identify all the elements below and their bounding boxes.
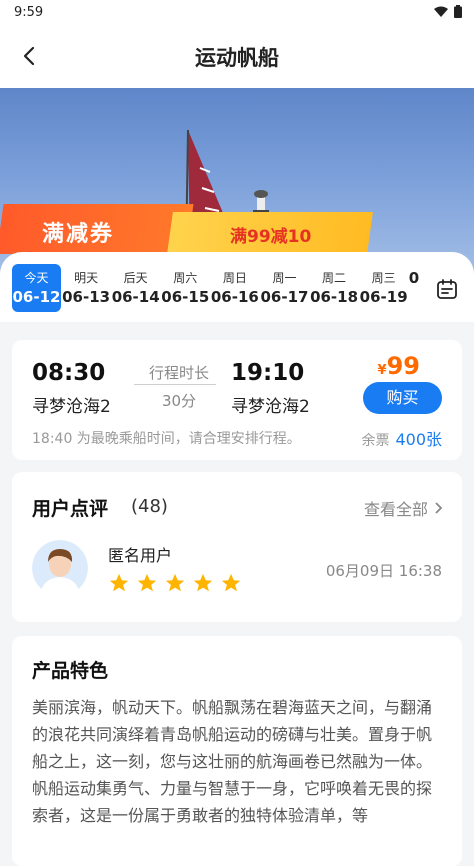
date-item[interactable]: 周二 06-18 <box>310 264 359 312</box>
date-item[interactable]: 明天 06-13 <box>62 264 111 312</box>
date-weekday: 明天 <box>74 271 99 285</box>
date-weekday: 周三 <box>371 271 396 285</box>
star-icon <box>165 573 185 592</box>
review-username: 匿名用户 <box>108 546 173 565</box>
review-date: 06月09日 16:38 <box>325 562 442 580</box>
price: ¥99 <box>378 352 420 380</box>
date-item[interactable]: 周六 06-15 <box>161 264 210 312</box>
price-value: 99 <box>386 352 420 380</box>
date-weekday: 周日 <box>222 271 247 285</box>
date-value: 06-19 <box>359 288 408 306</box>
arrive-port: 寻梦沧海2 <box>231 397 310 417</box>
review-rating <box>108 572 242 594</box>
duration-arrow <box>134 384 216 385</box>
date-weekday: 周六 <box>173 271 198 285</box>
price-currency: ¥ <box>377 363 387 378</box>
date-weekday: 今天 <box>24 271 49 285</box>
date-weekday: 周二 <box>322 271 347 285</box>
features-title: 产品特色 <box>32 660 109 682</box>
date-value: 0 <box>408 269 420 287</box>
avatar <box>32 540 88 596</box>
chevron-right-icon <box>435 502 442 514</box>
duration-label: 行程时长 <box>148 364 209 382</box>
user-avatar-icon <box>32 540 88 596</box>
star-icon <box>221 573 241 592</box>
date-value: 06-12 <box>12 288 61 306</box>
depart-port: 寻梦沧海2 <box>32 397 111 417</box>
date-item[interactable]: 今天 06-12 <box>12 264 61 312</box>
coupon-offer[interactable]: 满99减10 <box>230 222 311 247</box>
depart-time: 08:30 <box>32 360 106 386</box>
duration-value: 30分 <box>161 392 197 410</box>
status-bar: 9:59 <box>0 0 474 26</box>
date-item[interactable]: 0 <box>409 264 423 312</box>
date-value: 06-13 <box>62 288 111 306</box>
date-item[interactable]: 周日 06-16 <box>210 264 259 312</box>
date-selector: 今天 06-12 明天 06-13 后天 06-14 周六 06-15 周日 0… <box>0 252 474 322</box>
nav-bar: 运动帆船 <box>0 26 474 88</box>
coupon-label: 满减券 <box>42 222 115 247</box>
date-weekday: 周一 <box>272 271 297 285</box>
status-time: 9:59 <box>14 5 44 20</box>
latest-boarding-notice: 18:40 为最晚乘船时间，请合理安排行程。 <box>32 431 301 447</box>
remaining-label: 余票 <box>361 433 390 449</box>
calendar-icon[interactable] <box>436 278 458 300</box>
reviews-count: (48) <box>131 496 168 517</box>
features-card: 产品特色 美丽滨海，帆动天下。帆船飘荡在碧海蓝天之间，与翻涌的浪花共同演绎着青岛… <box>12 636 462 866</box>
reviews-title: 用户点评 <box>32 498 109 520</box>
date-value: 06-14 <box>111 288 160 306</box>
trip-card: 08:30 寻梦沧海2 行程时长 30分 19:10 寻梦沧海2 ¥99 购买 … <box>12 340 462 460</box>
date-weekday: 后天 <box>123 271 148 285</box>
date-value: 06-15 <box>161 288 210 306</box>
status-icons <box>434 5 462 18</box>
date-value: 06-16 <box>210 288 259 306</box>
features-text: 美丽滨海，帆动天下。帆船飘荡在碧海蓝天之间，与翻涌的浪花共同演绎着青岛帆船运动的… <box>32 698 433 825</box>
view-all-reviews[interactable]: 查看全部 <box>364 496 442 520</box>
wifi-icon <box>434 6 448 17</box>
date-value: 06-17 <box>260 288 309 306</box>
buy-button[interactable]: 购买 <box>363 382 442 414</box>
star-icon <box>137 573 157 592</box>
battery-icon <box>454 5 462 18</box>
date-item[interactable]: 周三 06-19 <box>359 264 408 312</box>
date-item[interactable]: 周一 06-17 <box>260 264 309 312</box>
view-all-label: 查看全部 <box>363 500 428 519</box>
star-icon <box>109 573 129 592</box>
remaining-tickets: 余票 400张 <box>361 426 442 450</box>
date-list: 今天 06-12 明天 06-13 后天 06-14 周六 06-15 周日 0… <box>12 264 423 312</box>
star-icon <box>193 573 213 592</box>
remaining-count: 400张 <box>395 430 442 449</box>
date-item[interactable]: 后天 06-14 <box>111 264 160 312</box>
date-value: 06-18 <box>310 288 359 306</box>
arrive-time: 19:10 <box>231 360 305 386</box>
reviews-card: 用户点评 (48) 查看全部 匿名用户 06月09日 16:38 <box>12 472 462 622</box>
page-title: 运动帆船 <box>195 46 279 70</box>
